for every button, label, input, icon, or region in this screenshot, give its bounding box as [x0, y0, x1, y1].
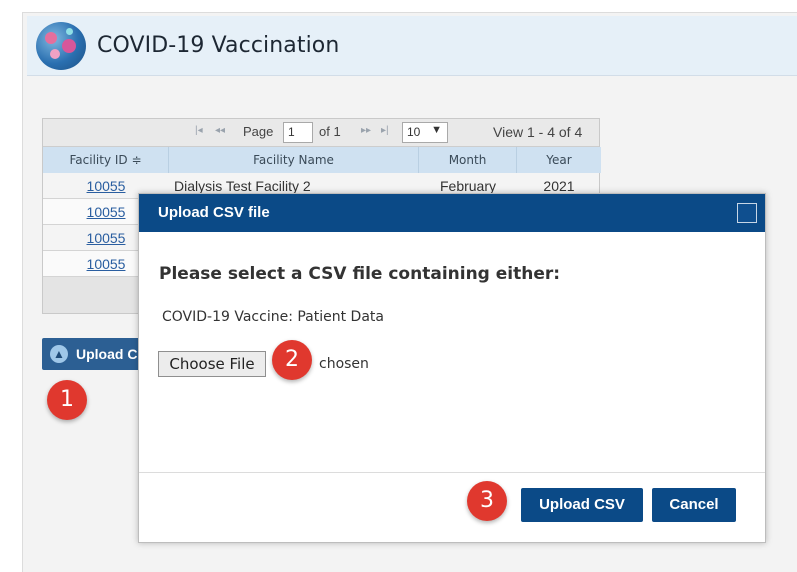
- chevron-down-icon: ▼: [431, 124, 442, 136]
- page-count-label: of 1: [319, 124, 341, 139]
- upload-csv-button[interactable]: ▲ Upload C: [42, 338, 152, 370]
- column-header-month[interactable]: Month: [419, 147, 517, 173]
- next-page-icon[interactable]: ▸▸: [361, 125, 371, 136]
- upload-csv-submit-button[interactable]: Upload CSV: [521, 488, 643, 522]
- rows-per-page-select[interactable]: 10 ▼: [402, 122, 448, 143]
- view-range-label: View 1 - 4 of 4: [493, 124, 583, 140]
- cancel-button[interactable]: Cancel: [652, 488, 736, 522]
- close-icon[interactable]: [737, 203, 757, 223]
- column-header-facility-name[interactable]: Facility Name: [169, 147, 419, 173]
- first-page-icon[interactable]: |◂: [195, 125, 203, 136]
- callout-badge-2: 2: [272, 340, 312, 380]
- upload-csv-dialog: Upload CSV file Please select a CSV file…: [138, 193, 766, 543]
- dialog-title: Upload CSV file: [158, 204, 270, 221]
- column-header-facility-id[interactable]: Facility ID ≑: [43, 147, 169, 173]
- up-arrow-icon: ▲: [50, 345, 68, 363]
- callout-badge-3: 3: [467, 481, 507, 521]
- vaccine-logo-icon: [36, 22, 86, 70]
- file-status-text: chosen: [319, 356, 369, 372]
- dialog-divider: [139, 472, 765, 473]
- grid-pager: |◂ ◂◂ Page 1 of 1 ▸▸ ▸| 10 ▼ View 1 - 4 …: [43, 119, 599, 147]
- column-header-year[interactable]: Year: [517, 147, 601, 173]
- last-page-icon[interactable]: ▸|: [381, 125, 389, 136]
- file-type-option: COVID-19 Vaccine: Patient Data: [162, 309, 384, 325]
- dialog-heading: Please select a CSV file containing eith…: [159, 264, 561, 284]
- dialog-titlebar: Upload CSV file: [139, 194, 765, 232]
- page-label: Page: [243, 124, 274, 139]
- prev-page-icon[interactable]: ◂◂: [215, 125, 225, 136]
- choose-file-button[interactable]: Choose File: [158, 351, 266, 377]
- page-number-input[interactable]: 1: [283, 122, 313, 143]
- callout-badge-1: 1: [47, 380, 87, 420]
- page-title: COVID-19 Vaccination: [97, 33, 340, 58]
